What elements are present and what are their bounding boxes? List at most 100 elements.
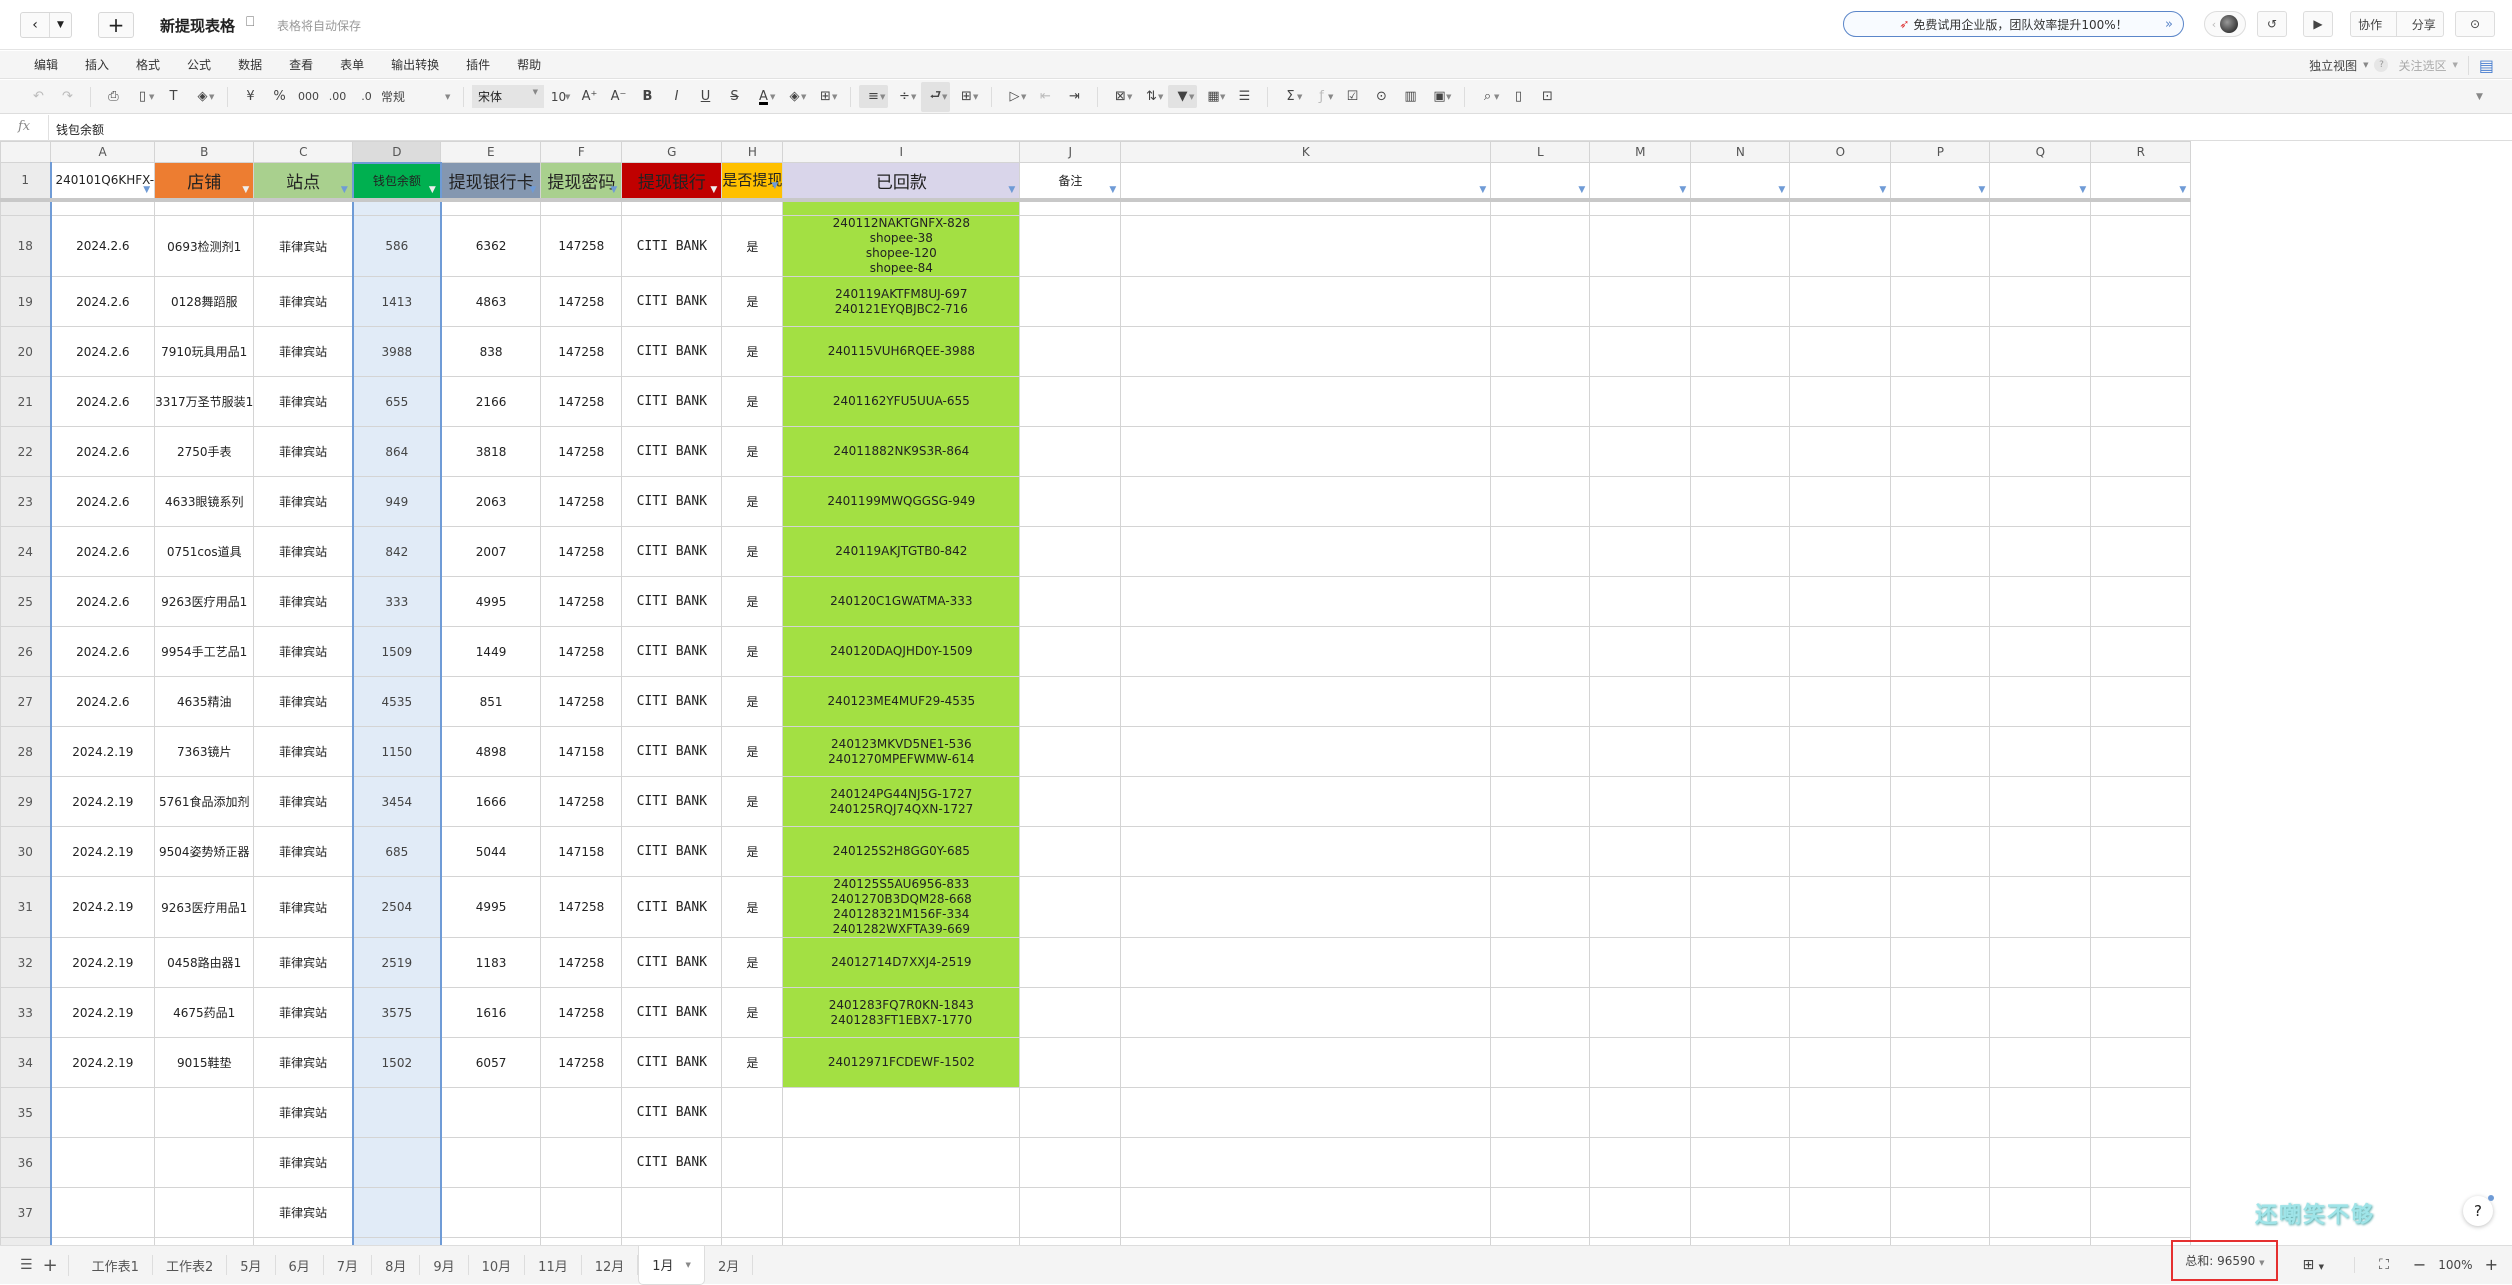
cell-e[interactable]: 4995 (440, 576, 542, 627)
link-icon[interactable]: ⊙ (1367, 89, 1396, 104)
cell-p[interactable] (1890, 626, 1991, 677)
cell-i[interactable]: 2401199MWQGGSG-949 (782, 476, 1021, 527)
cell-f[interactable]: 147258 (540, 526, 623, 577)
column-header-c[interactable]: C (253, 141, 354, 163)
cell-i[interactable]: 240115VUH6RQEE-3988 (782, 326, 1021, 377)
sheet-tab[interactable]: 工作表1 (79, 1255, 153, 1275)
cell-c[interactable]: 菲律宾站 (253, 776, 354, 827)
cell-c[interactable]: 菲律宾站 (253, 426, 354, 477)
column-header-j[interactable]: J (1019, 141, 1122, 163)
cell-g[interactable]: CITI BANK (621, 476, 723, 527)
filter-icon[interactable]: ▼ (529, 185, 536, 195)
row-header[interactable]: 19 (0, 276, 51, 327)
cell-b[interactable]: 9954手工艺品1 (154, 626, 255, 677)
cell-q[interactable] (1989, 476, 2092, 527)
data-validation-icon[interactable]: ☰ (1230, 89, 1259, 104)
cell-c[interactable]: 菲律宾站 (253, 826, 354, 877)
filter-icon[interactable]: ▼ (1879, 185, 1886, 195)
font-family-select[interactable]: 宋体 ▼ (472, 85, 544, 108)
cell-m[interactable] (1589, 576, 1692, 627)
sheet-tab[interactable]: 工作表2 (153, 1255, 228, 1275)
column-header-n[interactable]: N (1690, 141, 1791, 163)
cell-m[interactable] (1589, 987, 1692, 1038)
cell-d[interactable]: 4535 (351, 676, 442, 727)
header-cell-l[interactable]: ▼ (1490, 162, 1591, 200)
focus-selection-dropdown[interactable]: 关注选区 (2398, 57, 2446, 74)
header-cell-b[interactable]: 店铺 ▼ (154, 162, 255, 200)
cell-b[interactable]: 2750手表 (154, 426, 255, 477)
header-cell-a[interactable]: 240101Q6KHFX- ▼ (49, 162, 156, 200)
header-cell-k[interactable]: ▼ (1120, 162, 1492, 200)
cell-d[interactable] (351, 1137, 442, 1188)
cell-e[interactable]: 1183 (440, 937, 542, 988)
help-button[interactable]: ? (2463, 1195, 2494, 1226)
header-cell-e[interactable]: 提现银行卡 ▼ (440, 162, 542, 200)
cell-f[interactable]: 147258 (540, 876, 623, 938)
cell-f[interactable]: 147158 (540, 826, 623, 877)
filter-icon[interactable]: ▼ (429, 185, 436, 195)
cell-o[interactable] (1789, 576, 1892, 627)
cell-n[interactable] (1690, 426, 1791, 477)
cell-h[interactable]: 是 (721, 826, 784, 877)
decrease-decimal-button[interactable]: .0 (352, 90, 381, 103)
menu-plugins[interactable]: 插件 (466, 56, 490, 73)
row-header[interactable]: 30 (0, 826, 51, 877)
row-header[interactable]: 28 (0, 726, 51, 777)
add-sheet-button[interactable]: + (43, 1254, 69, 1276)
cell-j[interactable] (1019, 726, 1122, 777)
cell-h[interactable]: 是 (721, 526, 784, 577)
cell-i[interactable]: 240124PG44NJ5G-1727 240125RQJ74QXN-1727 (782, 776, 1021, 827)
cell-a[interactable] (49, 1187, 156, 1238)
cell-k[interactable] (1120, 776, 1492, 827)
filter-icon[interactable]: ▼ (1578, 185, 1585, 195)
cell-d[interactable]: 655 (351, 376, 442, 427)
cell-d[interactable]: 2504 (351, 876, 442, 938)
cell-i[interactable]: 240120DAQJHD0Y-1509 (782, 626, 1021, 677)
cell-a[interactable]: 2024.2.19 (49, 826, 156, 877)
cell-c[interactable]: 菲律宾站 (253, 726, 354, 777)
cell-p[interactable] (1890, 426, 1991, 477)
cell-j[interactable] (1019, 376, 1122, 427)
cell-k[interactable] (1120, 937, 1492, 988)
cell-l[interactable] (1490, 937, 1591, 988)
cell-l[interactable] (1490, 526, 1591, 577)
cell-r[interactable] (2090, 1087, 2192, 1138)
header-cell-i[interactable]: 已回款 ▼ (782, 162, 1021, 200)
cell-c[interactable]: 菲律宾站 (253, 987, 354, 1038)
cell-p[interactable] (1890, 476, 1991, 527)
cell-a[interactable]: 2024.2.6 (49, 215, 156, 277)
cell-m[interactable] (1589, 937, 1692, 988)
row-header[interactable]: 34 (0, 1037, 51, 1088)
sheet-tab[interactable]: 8月 (372, 1255, 421, 1275)
cell-o[interactable] (1789, 326, 1892, 377)
cell-l[interactable] (1490, 876, 1591, 938)
cell-q[interactable] (1989, 376, 2092, 427)
cell-l[interactable] (1490, 776, 1591, 827)
cell-n[interactable] (1690, 987, 1791, 1038)
cell-n[interactable] (1690, 1037, 1791, 1088)
cell-n[interactable] (1690, 215, 1791, 277)
checkbox-icon[interactable]: ☑ (1338, 89, 1367, 104)
filter-icon[interactable]: ▼ (1978, 185, 1985, 195)
cell-r[interactable] (2090, 1137, 2192, 1188)
cell-g[interactable]: CITI BANK (621, 1137, 723, 1188)
header-cell-p[interactable]: ▼ (1890, 162, 1991, 200)
cell-k[interactable] (1120, 476, 1492, 527)
cell-d[interactable]: 3454 (351, 776, 442, 827)
cell-h[interactable] (721, 1137, 784, 1188)
menu-insert[interactable]: 插入 (85, 56, 109, 73)
cell-h[interactable]: 是 (721, 426, 784, 477)
cell-n[interactable] (1690, 937, 1791, 988)
cell-j[interactable] (1019, 1087, 1122, 1138)
cell-d[interactable] (351, 1087, 442, 1138)
column-header-e[interactable]: E (440, 141, 542, 163)
sheet-tab[interactable]: 9月 (420, 1255, 469, 1275)
cell-d[interactable]: 333 (351, 576, 442, 627)
row-header[interactable]: 23 (0, 476, 51, 527)
cell-o[interactable] (1789, 937, 1892, 988)
cell-o[interactable] (1789, 876, 1892, 938)
cell-j[interactable] (1019, 326, 1122, 377)
header-cell-h[interactable]: 是否提现 ▼ (721, 162, 784, 200)
cell-l[interactable] (1490, 1087, 1591, 1138)
cell-n[interactable] (1690, 576, 1791, 627)
